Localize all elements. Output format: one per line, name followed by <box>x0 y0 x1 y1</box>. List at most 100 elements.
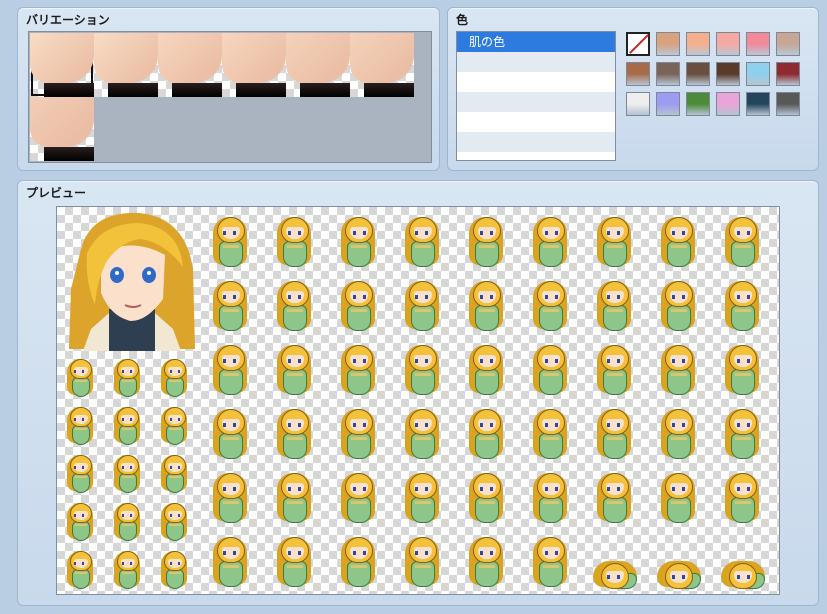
color-swatch[interactable] <box>746 62 770 86</box>
color-list-item[interactable] <box>457 52 615 72</box>
color-swatch[interactable] <box>716 62 740 86</box>
variation-thumbnail[interactable] <box>222 33 286 97</box>
character-sprite <box>719 339 767 401</box>
character-sprite <box>271 211 319 273</box>
character-sprite <box>207 531 255 593</box>
sprite-eye <box>415 359 418 363</box>
character-sprite <box>335 403 383 465</box>
variation-skin <box>94 33 158 83</box>
sprite-eye <box>122 418 124 421</box>
sprite-eye <box>223 551 226 555</box>
sprite-sash <box>122 428 134 430</box>
character-sprite <box>527 339 575 401</box>
character-sprite <box>399 275 447 337</box>
sprite-eye <box>178 370 180 373</box>
color-list[interactable]: 肌の色 <box>456 31 616 161</box>
variation-thumbnail[interactable] <box>94 33 158 97</box>
sprite-sash <box>122 524 134 526</box>
character-sprite <box>157 547 193 593</box>
sprite-eye <box>490 295 493 299</box>
color-list-item[interactable] <box>457 112 615 132</box>
sprite-sash <box>479 245 495 248</box>
character-sprite <box>63 451 99 497</box>
sprite-eye <box>170 562 172 565</box>
sprite-eye <box>747 359 750 363</box>
sprite-eye <box>480 295 483 299</box>
sprite-eye <box>233 295 236 299</box>
sprite-eye <box>122 562 124 565</box>
color-list-item[interactable] <box>457 92 615 112</box>
character-sprite <box>271 339 319 401</box>
sprite-sash <box>351 373 367 376</box>
color-list-item[interactable] <box>457 72 615 92</box>
character-sprite <box>207 403 255 465</box>
sprite-sash <box>543 245 559 248</box>
no-color-swatch[interactable] <box>626 32 650 56</box>
sprite-eye <box>288 359 291 363</box>
sprite-eye <box>74 370 76 373</box>
color-swatch[interactable] <box>776 32 800 56</box>
sprite-eye <box>737 487 740 491</box>
color-swatch[interactable] <box>656 62 680 86</box>
color-swatch[interactable] <box>626 62 650 86</box>
sprite-eye <box>233 487 236 491</box>
sprite-eye <box>415 295 418 299</box>
color-swatch[interactable] <box>656 92 680 116</box>
color-swatch[interactable] <box>776 92 800 116</box>
sprite-eye <box>555 359 558 363</box>
color-swatch[interactable] <box>776 62 800 86</box>
sprite-eye <box>607 575 610 579</box>
sprite-sash <box>169 572 181 574</box>
color-list-item[interactable]: 肌の色 <box>457 32 615 52</box>
sprite-eye <box>288 551 291 555</box>
variation-panel: バリエーション <box>17 7 440 171</box>
character-sprite <box>655 339 703 401</box>
sprite-eye <box>747 423 750 427</box>
color-list-item[interactable] <box>457 132 615 152</box>
color-panel: 色 肌の色 <box>447 7 819 171</box>
color-swatch[interactable] <box>716 92 740 116</box>
sprite-sash <box>75 476 87 478</box>
variation-thumbnail[interactable] <box>30 97 94 161</box>
sprite-eye <box>298 423 301 427</box>
character-sprite <box>63 547 99 593</box>
variation-title: バリエーション <box>26 13 110 27</box>
sprite-sash <box>287 565 303 568</box>
sprite-eye <box>737 575 740 579</box>
sprite-sash <box>735 373 751 376</box>
character-sprite <box>335 531 383 593</box>
character-sprite <box>335 339 383 401</box>
color-swatch[interactable] <box>626 92 650 116</box>
color-swatch[interactable] <box>686 92 710 116</box>
sprite-eye <box>555 487 558 491</box>
sprite-eye <box>617 487 620 491</box>
color-swatch[interactable] <box>686 62 710 86</box>
sprite-sash <box>223 373 239 376</box>
sprite-eye <box>480 487 483 491</box>
color-swatch[interactable] <box>716 32 740 56</box>
variation-shadow <box>300 83 350 97</box>
sprite-eye <box>425 359 428 363</box>
variation-thumbnail[interactable] <box>30 33 94 97</box>
sprite-eye <box>490 231 493 235</box>
color-swatch[interactable] <box>686 32 710 56</box>
character-sprite <box>110 403 146 449</box>
color-swatch[interactable] <box>746 32 770 56</box>
color-swatch[interactable] <box>656 32 680 56</box>
sprite-eye <box>82 562 84 565</box>
character-sprite <box>335 275 383 337</box>
sprite-eye <box>682 359 685 363</box>
sprite-eye <box>82 370 84 373</box>
character-sprite <box>271 403 319 465</box>
sprite-eye <box>130 514 132 517</box>
sprite-eye <box>233 231 236 235</box>
sprite-eye <box>415 231 418 235</box>
sprite-sash <box>223 501 239 504</box>
sprite-eye <box>298 359 301 363</box>
sprite-eye <box>74 418 76 421</box>
color-list-item[interactable] <box>457 152 615 160</box>
color-swatch[interactable] <box>746 92 770 116</box>
variation-thumbnail[interactable] <box>350 33 414 97</box>
variation-thumbnail[interactable] <box>286 33 350 97</box>
variation-thumbnail[interactable] <box>158 33 222 97</box>
